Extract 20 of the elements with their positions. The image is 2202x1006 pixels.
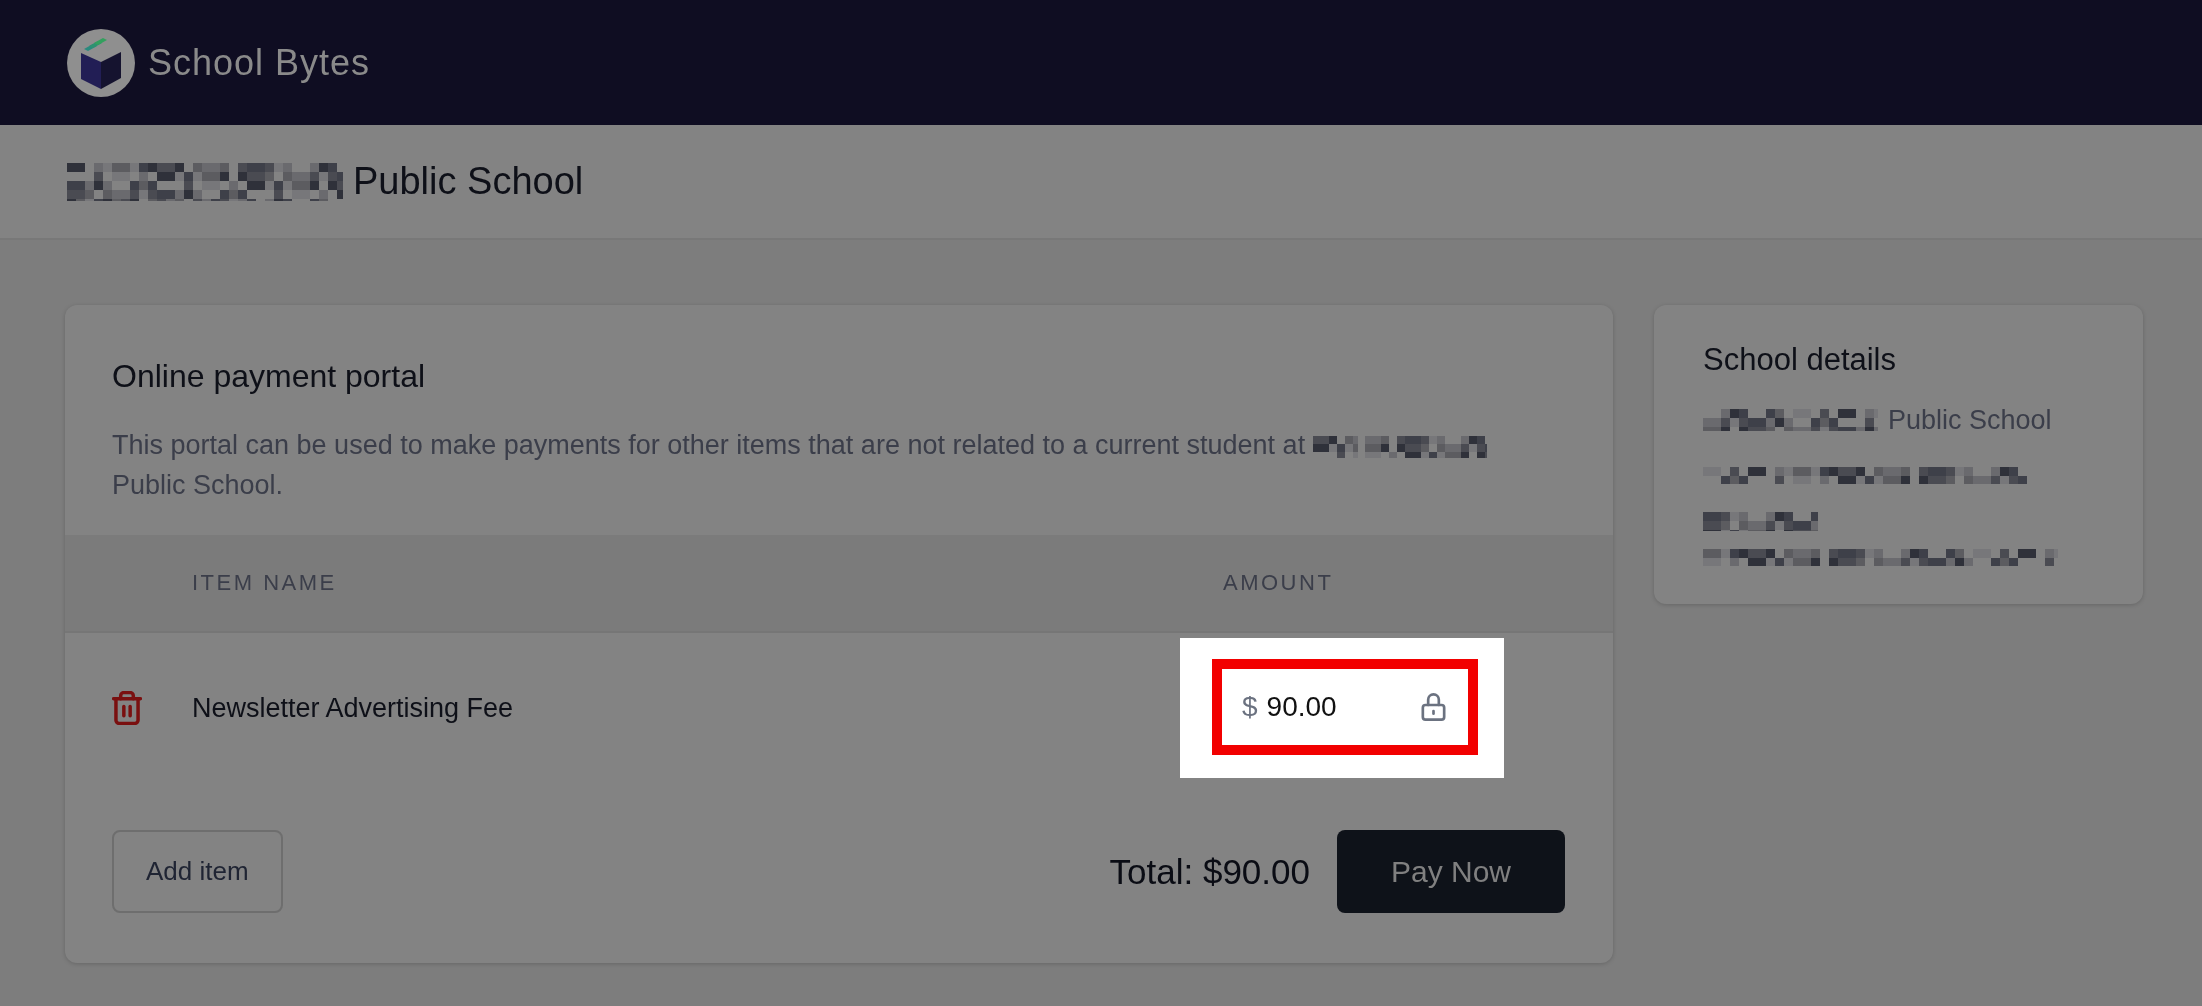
pay-now-button[interactable]: Pay Now <box>1337 830 1565 913</box>
amount-value: 90.00 <box>1266 691 1337 723</box>
portal-description-end: Public School. <box>112 470 284 500</box>
trash-icon <box>112 691 142 725</box>
pixelated-text-drawing <box>1312 435 1358 458</box>
brand-name: School Bytes <box>148 41 371 84</box>
amount-field[interactable]: $ 90.00 <box>1212 659 1478 755</box>
column-header: ITEM NAME <box>192 570 338 596</box>
add-item-button[interactable]: Add item <box>112 830 283 913</box>
details-title: School details <box>1703 341 1897 379</box>
school-name: Public School <box>1888 404 2052 437</box>
card-title: Online payment portal <box>112 357 427 396</box>
currency-symbol: $ <box>1242 691 1258 723</box>
total-amount: Total: $90.00 <box>1109 851 1310 892</box>
book-logo-icon <box>67 28 135 97</box>
portal-description: This portal can be used to make payments for other items that are not related to a current student at <box>112 430 1306 460</box>
school-title: Public School <box>353 160 584 203</box>
delete-item-button[interactable] <box>112 691 142 725</box>
item-name: Newsletter Advertising Fee <box>192 692 515 724</box>
column-header: AMOUNT <box>1223 570 1335 596</box>
